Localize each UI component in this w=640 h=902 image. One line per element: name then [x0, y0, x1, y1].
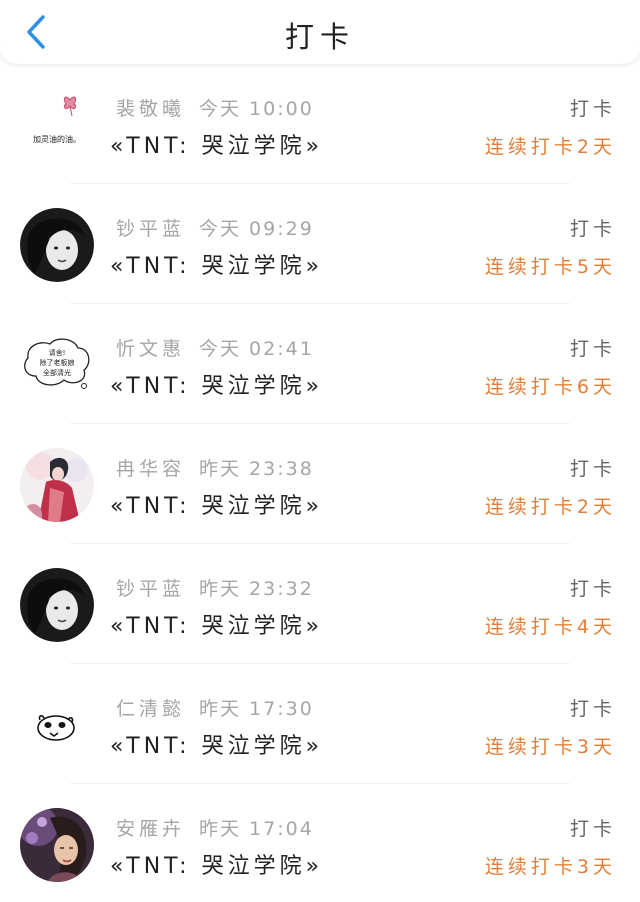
book-title[interactable]: «TNT: 哭泣学院»	[110, 848, 323, 880]
panda-doodle-avatar[interactable]	[20, 688, 94, 762]
user-name[interactable]: 裴敬曦	[116, 98, 185, 120]
list-item[interactable]: 钞平蓝 昨天 23:32 «TNT: 哭泣学院» 打卡 连续打卡4天	[0, 544, 640, 664]
streak-text: 连续打卡3天	[484, 736, 616, 758]
book-title[interactable]: «TNT: 哭泣学院»	[110, 368, 323, 400]
entry-meta: 钞平蓝 昨天 23:32	[116, 574, 314, 601]
doodle-text-avatar[interactable]: 加灵油的油。	[20, 88, 94, 162]
entry-meta: 钞平蓝 今天 09:29	[116, 214, 314, 241]
checkin-action: 打卡	[569, 98, 616, 120]
avatar-bubble-line: 除了老板娘	[40, 358, 75, 367]
top-bar: 打卡	[0, 0, 640, 64]
book-title[interactable]: «TNT: 哭泣学院»	[110, 248, 323, 280]
checkin-time: 今天 09:29	[199, 218, 314, 240]
book-title[interactable]: «TNT: 哭泣学院»	[110, 608, 323, 640]
book-title[interactable]: «TNT: 哭泣学院»	[110, 728, 323, 760]
photo-avatar-dark[interactable]	[20, 568, 94, 642]
entry-meta: 冉华容 昨天 23:38	[116, 454, 314, 481]
user-name[interactable]: 仁清懿	[116, 698, 185, 720]
entry-meta: 裴敬曦 今天 10:00	[116, 94, 314, 121]
checkin-action: 打卡	[569, 338, 616, 360]
photo-avatar-dark[interactable]	[20, 208, 94, 282]
streak-text: 连续打卡2天	[484, 496, 616, 518]
streak-text: 连续打卡2天	[484, 136, 616, 158]
avatar-doodle-text: 加灵油的油。	[33, 134, 81, 144]
checkin-page: 打卡 加灵油的油。 裴敬曦 今天 10:00 «TNT: 哭泣学院» 打卡 连续打…	[0, 0, 640, 902]
checkin-action: 打卡	[569, 818, 616, 840]
user-name[interactable]: 钞平蓝	[116, 578, 185, 600]
user-name[interactable]: 钞平蓝	[116, 218, 185, 240]
checkin-time: 昨天 23:38	[199, 458, 314, 480]
list-item[interactable]: 加灵油的油。 裴敬曦 今天 10:00 «TNT: 哭泣学院» 打卡 连续打卡2天	[0, 64, 640, 184]
user-name[interactable]: 冉华容	[116, 458, 185, 480]
user-name[interactable]: 安雁卉	[116, 818, 185, 840]
speech-bubble-avatar[interactable]: 请舍! 除了老板娘 全部清光	[20, 328, 94, 402]
page-title: 打卡	[284, 20, 355, 54]
checkin-time: 今天 10:00	[199, 98, 314, 120]
checkin-time: 昨天 17:04	[199, 818, 314, 840]
list-item[interactable]: 钞平蓝 今天 09:29 «TNT: 哭泣学院» 打卡 连续打卡5天	[0, 184, 640, 304]
photo-avatar-purple[interactable]	[20, 808, 94, 882]
checkin-action: 打卡	[569, 458, 616, 480]
checkin-time: 昨天 17:30	[199, 698, 314, 720]
list-item[interactable]: 仁清懿 昨天 17:30 «TNT: 哭泣学院» 打卡 连续打卡3天	[0, 664, 640, 784]
checkin-time: 今天 02:41	[199, 338, 314, 360]
entry-meta: 忻文惠 今天 02:41	[116, 334, 314, 361]
list-item[interactable]: 请舍! 除了老板娘 全部清光 忻文惠 今天 02:41 «TNT: 哭泣学院» 打…	[0, 304, 640, 424]
checkin-action: 打卡	[569, 698, 616, 720]
entry-meta: 安雁卉 昨天 17:04	[116, 814, 314, 841]
user-name[interactable]: 忻文惠	[116, 338, 185, 360]
list-item[interactable]: 冉华容 昨天 23:38 «TNT: 哭泣学院» 打卡 连续打卡2天	[0, 424, 640, 544]
checkin-time: 昨天 23:32	[199, 578, 314, 600]
entry-meta: 仁清懿 昨天 17:30	[116, 694, 314, 721]
book-title[interactable]: «TNT: 哭泣学院»	[110, 488, 323, 520]
checkin-list: 加灵油的油。 裴敬曦 今天 10:00 «TNT: 哭泣学院» 打卡 连续打卡2天	[0, 64, 640, 902]
avatar-bubble-line: 全部清光	[43, 368, 71, 377]
streak-text: 连续打卡5天	[484, 256, 616, 278]
streak-text: 连续打卡4天	[484, 616, 616, 638]
list-item[interactable]: 安雁卉 昨天 17:04 «TNT: 哭泣学院» 打卡 连续打卡3天	[0, 784, 640, 902]
illustration-avatar[interactable]	[20, 448, 94, 522]
book-title[interactable]: «TNT: 哭泣学院»	[110, 128, 323, 160]
checkin-action: 打卡	[569, 578, 616, 600]
avatar-bubble-line: 请舍!	[49, 348, 66, 357]
streak-text: 连续打卡6天	[484, 376, 616, 398]
checkin-action: 打卡	[569, 218, 616, 240]
streak-text: 连续打卡3天	[484, 856, 616, 878]
